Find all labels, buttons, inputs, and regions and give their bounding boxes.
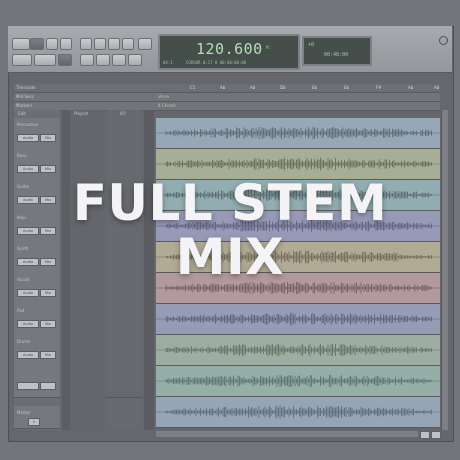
overlay-title-line1: FULL STEM [72,174,388,232]
overlay-title-line2: MIX [175,228,285,286]
daw-screen: 120.600 M: 04:1 CURSOR 0:17 H 00:00:00:0… [0,0,460,460]
